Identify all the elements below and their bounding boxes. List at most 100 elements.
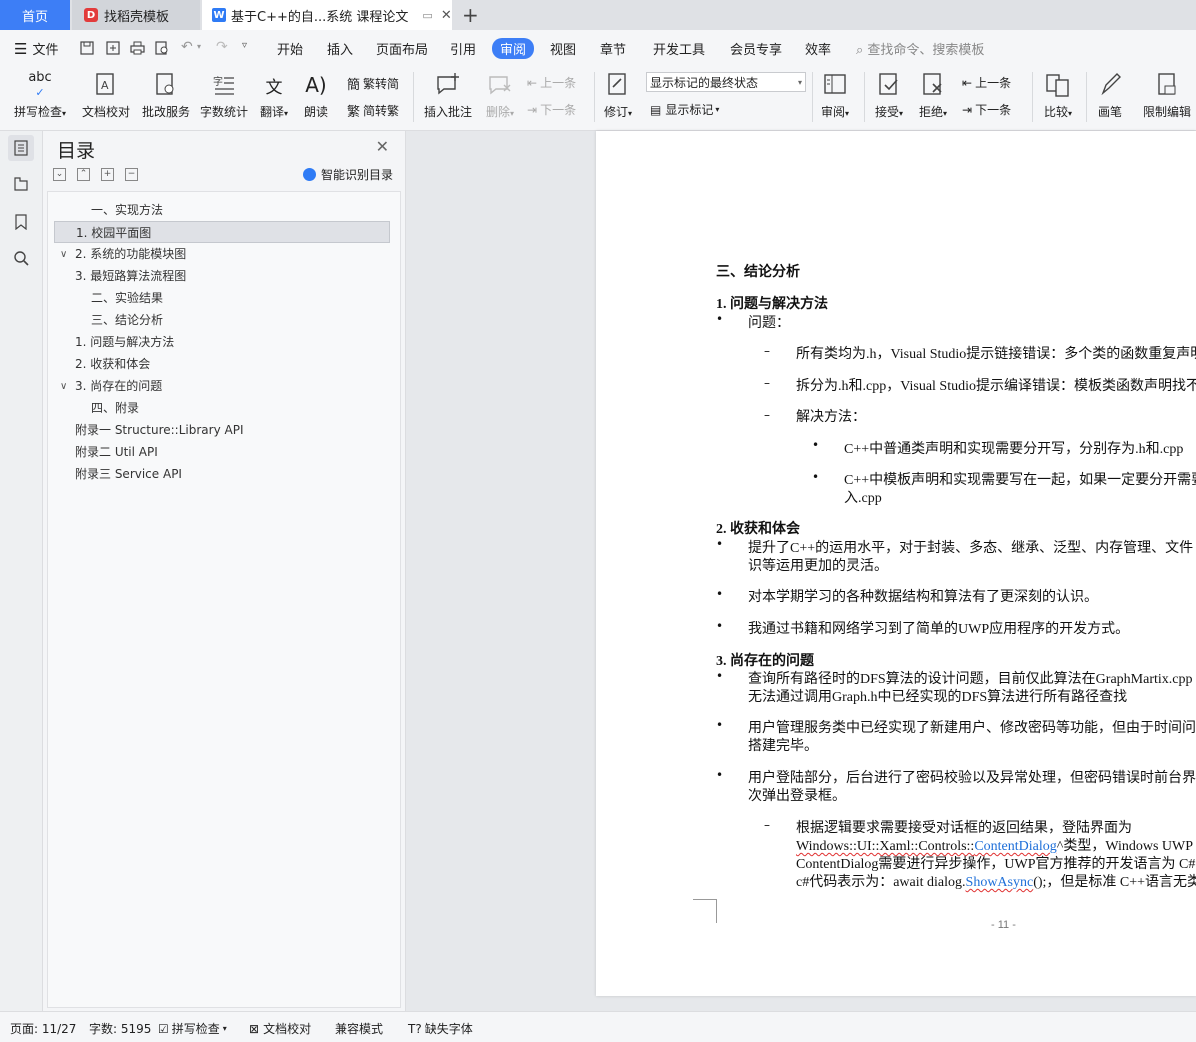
new-tab-icon[interactable]: + [462, 3, 479, 27]
toc-item[interactable]: 2. 收获和体会 [75, 353, 150, 375]
undo-dropdown-icon[interactable]: ▾ [197, 42, 201, 51]
menu-efficiency[interactable]: 效率 [805, 39, 831, 58]
insert-comment-button[interactable]: 插入批注 [420, 70, 476, 120]
reject-button[interactable]: 拒绝▾ [914, 70, 952, 120]
menu-developer[interactable]: 开发工具 [653, 39, 705, 58]
toc-nav-icon[interactable] [8, 135, 34, 161]
docer-logo-icon: D [84, 8, 98, 22]
restrict-edit-label: 限制编辑 [1142, 105, 1191, 119]
toc-item[interactable]: 3. 尚存在的问题 [75, 375, 162, 397]
menu-member[interactable]: 会员专享 [730, 39, 782, 58]
toc-item[interactable]: 附录一 Structure::Library API [75, 419, 243, 441]
close-icon[interactable]: ✕ [376, 137, 389, 156]
delete-comment-button[interactable]: 删除▾ [480, 70, 520, 120]
review-pane-button[interactable]: 审阅▾ [816, 70, 854, 120]
insert-comment-label: 插入批注 [423, 105, 472, 119]
menu-references[interactable]: 引用 [450, 39, 476, 58]
word-count-indicator[interactable]: 字数: 5195 [89, 1020, 151, 1037]
batch-service-button[interactable]: 批改服务 [138, 70, 194, 120]
add-heading-icon[interactable]: + [101, 168, 114, 181]
prev-comment-label: 上一条 [540, 76, 577, 90]
bookmark-icon[interactable] [8, 209, 34, 235]
toc-item[interactable]: 附录三 Service API [75, 463, 182, 485]
pen-button[interactable]: 画笔 [1094, 70, 1126, 120]
tab-close-icon[interactable]: ✕ [441, 8, 452, 23]
paragraph: C++中模板声明和实现需要写在一起，如果一定要分开需要 [844, 473, 1196, 488]
tab-document[interactable]: W 基于C++的自...系统 课程论文 ▭ ✕ [202, 0, 452, 30]
remove-heading-icon[interactable]: − [125, 168, 138, 181]
missing-font-icon: T? [408, 1021, 422, 1036]
menu-view[interactable]: 视图 [550, 39, 576, 58]
menu-review[interactable]: 审阅 [492, 38, 535, 59]
paragraph: 入.cpp [844, 491, 882, 506]
print-preview-icon[interactable] [155, 41, 169, 55]
command-search[interactable]: ⌕ 查找命令、搜索模板 [856, 39, 984, 58]
print-icon[interactable] [130, 41, 145, 55]
document-page[interactable]: 三、结论分析 1. 问题与解决方法 • 问题： – 所有类均为.h，Visual… [596, 131, 1196, 996]
tab-template-label: 找稻壳模板 [104, 9, 170, 25]
missing-font[interactable]: T? 缺失字体 [408, 1020, 473, 1037]
toc-item[interactable]: 一、实现方法 [91, 199, 163, 221]
toc-item[interactable]: 二、实验结果 [91, 287, 163, 309]
menu-page-layout[interactable]: 页面布局 [376, 39, 428, 58]
customize-toolbar-icon[interactable]: ▿ [242, 40, 247, 51]
doc-proof-icon: A [78, 70, 134, 100]
redo-icon[interactable]: ↷ [216, 39, 228, 55]
word-count-button[interactable]: 字 字数统计 [198, 70, 250, 120]
menu-insert[interactable]: 插入 [327, 39, 353, 58]
collapse-all-icon[interactable]: ⌄ [53, 168, 66, 181]
translate-button[interactable]: 文 翻译▾ [256, 70, 292, 120]
toc-item[interactable]: 3. 最短路算法流程图 [75, 265, 186, 287]
bullet-icon: • [716, 768, 724, 782]
toc-item[interactable]: 三、结论分析 [91, 309, 163, 331]
show-markup-button[interactable]: ▤ 显示标记 ▾ [650, 101, 719, 118]
compat-mode[interactable]: 兼容模式 [335, 1020, 383, 1037]
toc-item[interactable]: 1. 问题与解决方法 [75, 331, 174, 353]
doc-proof-button[interactable]: A 文档校对 [78, 70, 134, 120]
chevron-down-icon[interactable]: ∨ [60, 381, 67, 392]
toc-item-selected[interactable]: 1. 校园平面图 [54, 221, 390, 243]
chevron-down-icon: ▾ [797, 78, 802, 87]
chevron-down-icon[interactable]: ∨ [60, 249, 67, 260]
export-pdf-icon[interactable] [106, 41, 120, 55]
toc-item[interactable]: 四、附录 [91, 397, 139, 419]
status-doc-proof[interactable]: ⊠ 文档校对 [249, 1020, 311, 1037]
accept-button[interactable]: 接受▾ [870, 70, 908, 120]
status-spellcheck-label: 拼写检查 [171, 1022, 220, 1036]
side-navigation [0, 131, 43, 1011]
toc-item[interactable]: 2. 系统的功能模块图 [75, 243, 186, 265]
tab-template[interactable]: D 找稻壳模板 [72, 0, 200, 30]
track-changes-button[interactable]: 修订▾ [600, 70, 636, 120]
smart-toc-icon [303, 168, 316, 181]
next-comment-button[interactable]: ⇥ 下一条 [527, 101, 576, 118]
simp-to-trad-button[interactable]: 繁简转繁 [347, 101, 399, 120]
tab-home[interactable]: 首页 [0, 0, 70, 30]
status-spellcheck[interactable]: ☑ 拼写检查 ▾ [158, 1020, 227, 1037]
menu-section[interactable]: 章节 [600, 39, 626, 58]
expand-all-icon[interactable]: ⌃ [77, 168, 90, 181]
find-icon[interactable] [8, 245, 34, 271]
prev-change-icon: ⇤ [962, 75, 973, 90]
file-menu[interactable]: ☰ 文件 [14, 39, 58, 59]
next-change-button[interactable]: ⇥ 下一条 [962, 101, 1011, 118]
prev-change-button[interactable]: ⇤ 上一条 [962, 74, 1011, 91]
page-indicator[interactable]: 页面: 11/27 [10, 1020, 76, 1037]
undo-icon[interactable]: ↶ [181, 39, 193, 55]
prev-comment-icon: ⇤ [527, 75, 538, 90]
code-text: ^类型，Windows UWP [1056, 839, 1194, 854]
spellcheck-button[interactable]: abc ✓ 拼写检查▾ [10, 70, 70, 120]
compare-button[interactable]: 比较▾ [1038, 70, 1078, 120]
markup-state-select[interactable]: 显示标记的最终状态 ▾ [646, 72, 806, 92]
read-aloud-button[interactable]: A) 朗读 [298, 70, 334, 120]
toc-item[interactable]: 附录二 Util API [75, 441, 158, 463]
restrict-edit-button[interactable]: 限制编辑 [1140, 70, 1194, 120]
save-icon[interactable] [80, 41, 94, 55]
svg-text:A: A [101, 79, 109, 92]
smart-toc-button[interactable]: 智能识别目录 [303, 166, 393, 183]
menu-start[interactable]: 开始 [277, 39, 303, 58]
translate-icon: 文 [265, 77, 283, 98]
trad-to-simp-button[interactable]: 簡繁转简 [347, 74, 399, 93]
prev-comment-button[interactable]: ⇤ 上一条 [527, 74, 576, 91]
window-restore-icon[interactable]: ▭ [422, 9, 432, 22]
outline-nav-icon[interactable] [8, 171, 34, 197]
